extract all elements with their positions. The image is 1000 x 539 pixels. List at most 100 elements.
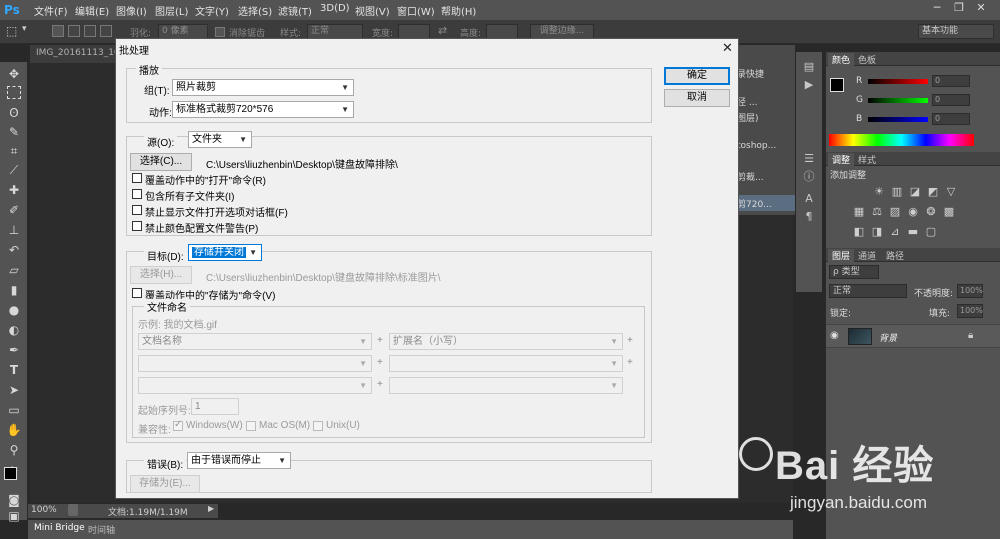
- naming-field-2[interactable]: 扩展名（小写） ▼: [389, 333, 623, 350]
- menu-3d[interactable]: 3D(D): [320, 3, 350, 14]
- balance-icon[interactable]: ⚖: [870, 206, 884, 218]
- compat-mac-checkbox[interactable]: [246, 421, 256, 431]
- hand-tool-icon[interactable]: ✋: [5, 422, 23, 438]
- restore-icon[interactable]: ❐: [948, 0, 970, 16]
- intersect-selection-icon[interactable]: [100, 25, 112, 37]
- tab-color[interactable]: 颜色: [828, 53, 855, 66]
- tab-channels[interactable]: 通道: [858, 249, 876, 262]
- height-input[interactable]: [486, 24, 518, 39]
- naming-field-4[interactable]: ▼: [389, 355, 623, 372]
- layer-row[interactable]: ◉ 背景 🔒︎: [826, 324, 1000, 348]
- eyedropper-tool-icon[interactable]: ⟋: [5, 162, 23, 178]
- info-icon[interactable]: ⓘ: [802, 170, 816, 183]
- dodge-tool-icon[interactable]: ◐: [5, 322, 23, 338]
- type-tool-icon[interactable]: T: [5, 362, 23, 378]
- override-save-checkbox[interactable]: [132, 288, 142, 298]
- destination-select[interactable]: 存储并关闭 ▼: [188, 244, 262, 261]
- g-value[interactable]: 0: [932, 94, 970, 106]
- cancel-button[interactable]: 取消: [664, 89, 730, 107]
- menu-layer[interactable]: 图层(L): [155, 3, 188, 18]
- pen-tool-icon[interactable]: ✒: [5, 342, 23, 358]
- eraser-tool-icon[interactable]: ▱: [5, 262, 23, 278]
- tab-layers[interactable]: 图层: [828, 249, 855, 262]
- invert-icon[interactable]: ◧: [852, 226, 866, 238]
- zoom-level[interactable]: 100%: [31, 505, 57, 515]
- screen-mode-icon[interactable]: ▣: [5, 508, 23, 524]
- path-select-tool-icon[interactable]: ➤: [5, 382, 23, 398]
- quick-select-tool-icon[interactable]: ✎: [5, 124, 23, 140]
- r-value[interactable]: 0: [932, 75, 970, 87]
- brightness-icon[interactable]: ☀: [872, 186, 886, 198]
- naming-field-5[interactable]: ▼: [138, 377, 372, 394]
- action-select[interactable]: 标准格式裁剪720*576 ▼: [172, 101, 354, 118]
- blend-mode-select[interactable]: 正常: [829, 284, 907, 298]
- layer-kind-filter[interactable]: ρ 类型: [829, 265, 879, 279]
- menu-view[interactable]: 视图(V): [355, 3, 390, 18]
- b-value[interactable]: 0: [932, 113, 970, 125]
- source-select[interactable]: 文件夹 ▼: [188, 131, 252, 148]
- foreground-swatch[interactable]: [830, 78, 844, 92]
- width-input[interactable]: [398, 24, 430, 39]
- refine-edge-button[interactable]: 调整边缘...: [530, 24, 594, 39]
- b-slider[interactable]: [868, 117, 928, 122]
- naming-field-6[interactable]: ▼: [389, 377, 623, 394]
- posterize-icon[interactable]: ◨: [870, 226, 884, 238]
- menu-edit[interactable]: 编辑(E): [75, 3, 109, 18]
- menu-image[interactable]: 图像(I): [116, 3, 147, 18]
- menu-window[interactable]: 窗口(W): [397, 3, 435, 18]
- tab-timeline[interactable]: 时间轴: [88, 523, 115, 536]
- close-window-icon[interactable]: ✕: [970, 0, 992, 16]
- tab-paths[interactable]: 路径: [886, 249, 904, 262]
- photo-filter-icon[interactable]: ◉: [906, 206, 920, 218]
- menu-select[interactable]: 选择(S): [238, 3, 272, 18]
- color-spectrum[interactable]: [829, 134, 974, 146]
- swap-icon[interactable]: ⇄: [438, 24, 447, 37]
- crop-tool-icon[interactable]: ⌗: [5, 143, 23, 159]
- opacity-input[interactable]: 100%: [957, 284, 983, 298]
- add-selection-icon[interactable]: [68, 25, 80, 37]
- document-tab[interactable]: IMG_20161113_16: [30, 45, 120, 63]
- save-as-button[interactable]: 存储为(E)...: [130, 475, 200, 493]
- feather-input[interactable]: 0 像素: [158, 24, 208, 39]
- chevron-down-icon[interactable]: ▾: [22, 24, 27, 34]
- menu-filter[interactable]: 滤镜(T): [278, 3, 312, 18]
- properties-icon[interactable]: ☰: [802, 152, 816, 165]
- antialias-checkbox[interactable]: [215, 27, 225, 37]
- visibility-eye-icon[interactable]: ◉: [830, 330, 839, 341]
- channel-mixer-icon[interactable]: ❂: [924, 206, 938, 218]
- set-select[interactable]: 照片裁剪 ▼: [172, 79, 354, 96]
- menu-file[interactable]: 文件(F): [34, 3, 68, 18]
- foreground-color-swatch[interactable]: [4, 467, 17, 480]
- status-menu-arrow-icon[interactable]: ▶: [208, 504, 214, 513]
- exposure-icon[interactable]: ◩: [926, 186, 940, 198]
- color-lookup-icon[interactable]: ▩: [942, 206, 956, 218]
- levels-icon[interactable]: ▥: [890, 186, 904, 198]
- actions-icon[interactable]: ▶: [802, 78, 816, 91]
- marquee-preset-icon[interactable]: ⬚: [6, 24, 17, 38]
- subtract-selection-icon[interactable]: [84, 25, 96, 37]
- compat-windows-checkbox[interactable]: [173, 419, 183, 431]
- tab-adjustments[interactable]: 调整: [828, 153, 855, 166]
- menu-type[interactable]: 文字(Y): [195, 3, 229, 18]
- clone-stamp-tool-icon[interactable]: ⊥: [5, 222, 23, 238]
- hue-icon[interactable]: ▦: [852, 206, 866, 218]
- bw-icon[interactable]: ▨: [888, 206, 902, 218]
- layer-name[interactable]: 背景: [879, 331, 897, 344]
- style-select[interactable]: 正常: [307, 24, 363, 39]
- suppress-profile-warnings-checkbox[interactable]: [132, 221, 142, 231]
- gradient-tool-icon[interactable]: ▮: [5, 282, 23, 298]
- r-slider[interactable]: [868, 79, 928, 84]
- choose-destination-button[interactable]: 选择(H)...: [130, 266, 192, 284]
- selective-color-icon[interactable]: ▢: [924, 226, 938, 238]
- new-selection-icon[interactable]: [52, 25, 64, 37]
- compat-unix-checkbox[interactable]: [313, 421, 323, 431]
- zoom-tool-icon[interactable]: ⚲: [5, 442, 23, 458]
- tab-swatches[interactable]: 色板: [858, 53, 876, 66]
- character-icon[interactable]: A: [802, 192, 816, 205]
- g-slider[interactable]: [868, 98, 928, 103]
- errors-select[interactable]: 由于错误而停止 ▼: [187, 452, 291, 469]
- history-brush-tool-icon[interactable]: ↶: [5, 242, 23, 258]
- healing-brush-tool-icon[interactable]: ✚: [5, 182, 23, 198]
- suppress-open-options-checkbox[interactable]: [132, 205, 142, 215]
- curves-icon[interactable]: ◪: [908, 186, 922, 198]
